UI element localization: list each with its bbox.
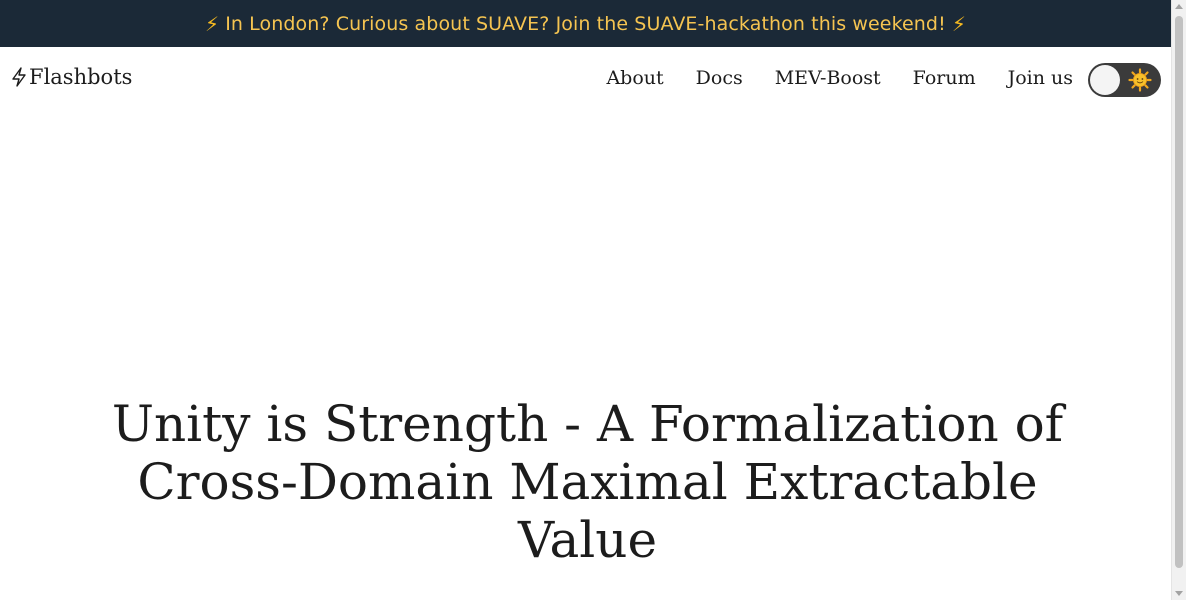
- brand-logo-link[interactable]: Flashbots: [10, 65, 132, 89]
- theme-toggle[interactable]: [1088, 63, 1161, 97]
- lightning-bolt-outline-icon: [12, 67, 26, 87]
- nav-link-join-us[interactable]: Join us: [1008, 67, 1073, 89]
- sun-icon: [1128, 68, 1152, 92]
- page-title: Unity is Strength - A Formalization of C…: [111, 395, 1064, 569]
- nav-link-about[interactable]: About: [606, 67, 663, 89]
- brand-name: Flashbots: [29, 65, 133, 89]
- toggle-knob: [1090, 65, 1120, 95]
- scroll-down-arrow-icon[interactable]: [1175, 591, 1183, 596]
- lightning-bolt-icon: ⚡: [205, 11, 220, 36]
- nav-links: About Docs MEV-Boost Forum Join us: [606, 67, 1073, 89]
- nav-link-mev-boost[interactable]: MEV-Boost: [775, 67, 881, 89]
- top-navbar: Flashbots About Docs MEV-Boost Forum Joi…: [0, 47, 1171, 113]
- nav-link-docs[interactable]: Docs: [696, 67, 743, 89]
- page-viewport: ⚡ In London? Curious about SUAVE? Join t…: [0, 0, 1171, 600]
- nav-link-forum[interactable]: Forum: [913, 67, 976, 89]
- scroll-up-arrow-icon[interactable]: [1175, 4, 1183, 9]
- announcement-text[interactable]: In London? Curious about SUAVE? Join the…: [225, 13, 946, 35]
- announcement-bar[interactable]: ⚡ In London? Curious about SUAVE? Join t…: [0, 0, 1171, 47]
- lightning-bolt-icon: ⚡: [951, 11, 966, 36]
- vertical-scrollbar[interactable]: [1171, 0, 1186, 600]
- scrollbar-thumb[interactable]: [1175, 16, 1183, 568]
